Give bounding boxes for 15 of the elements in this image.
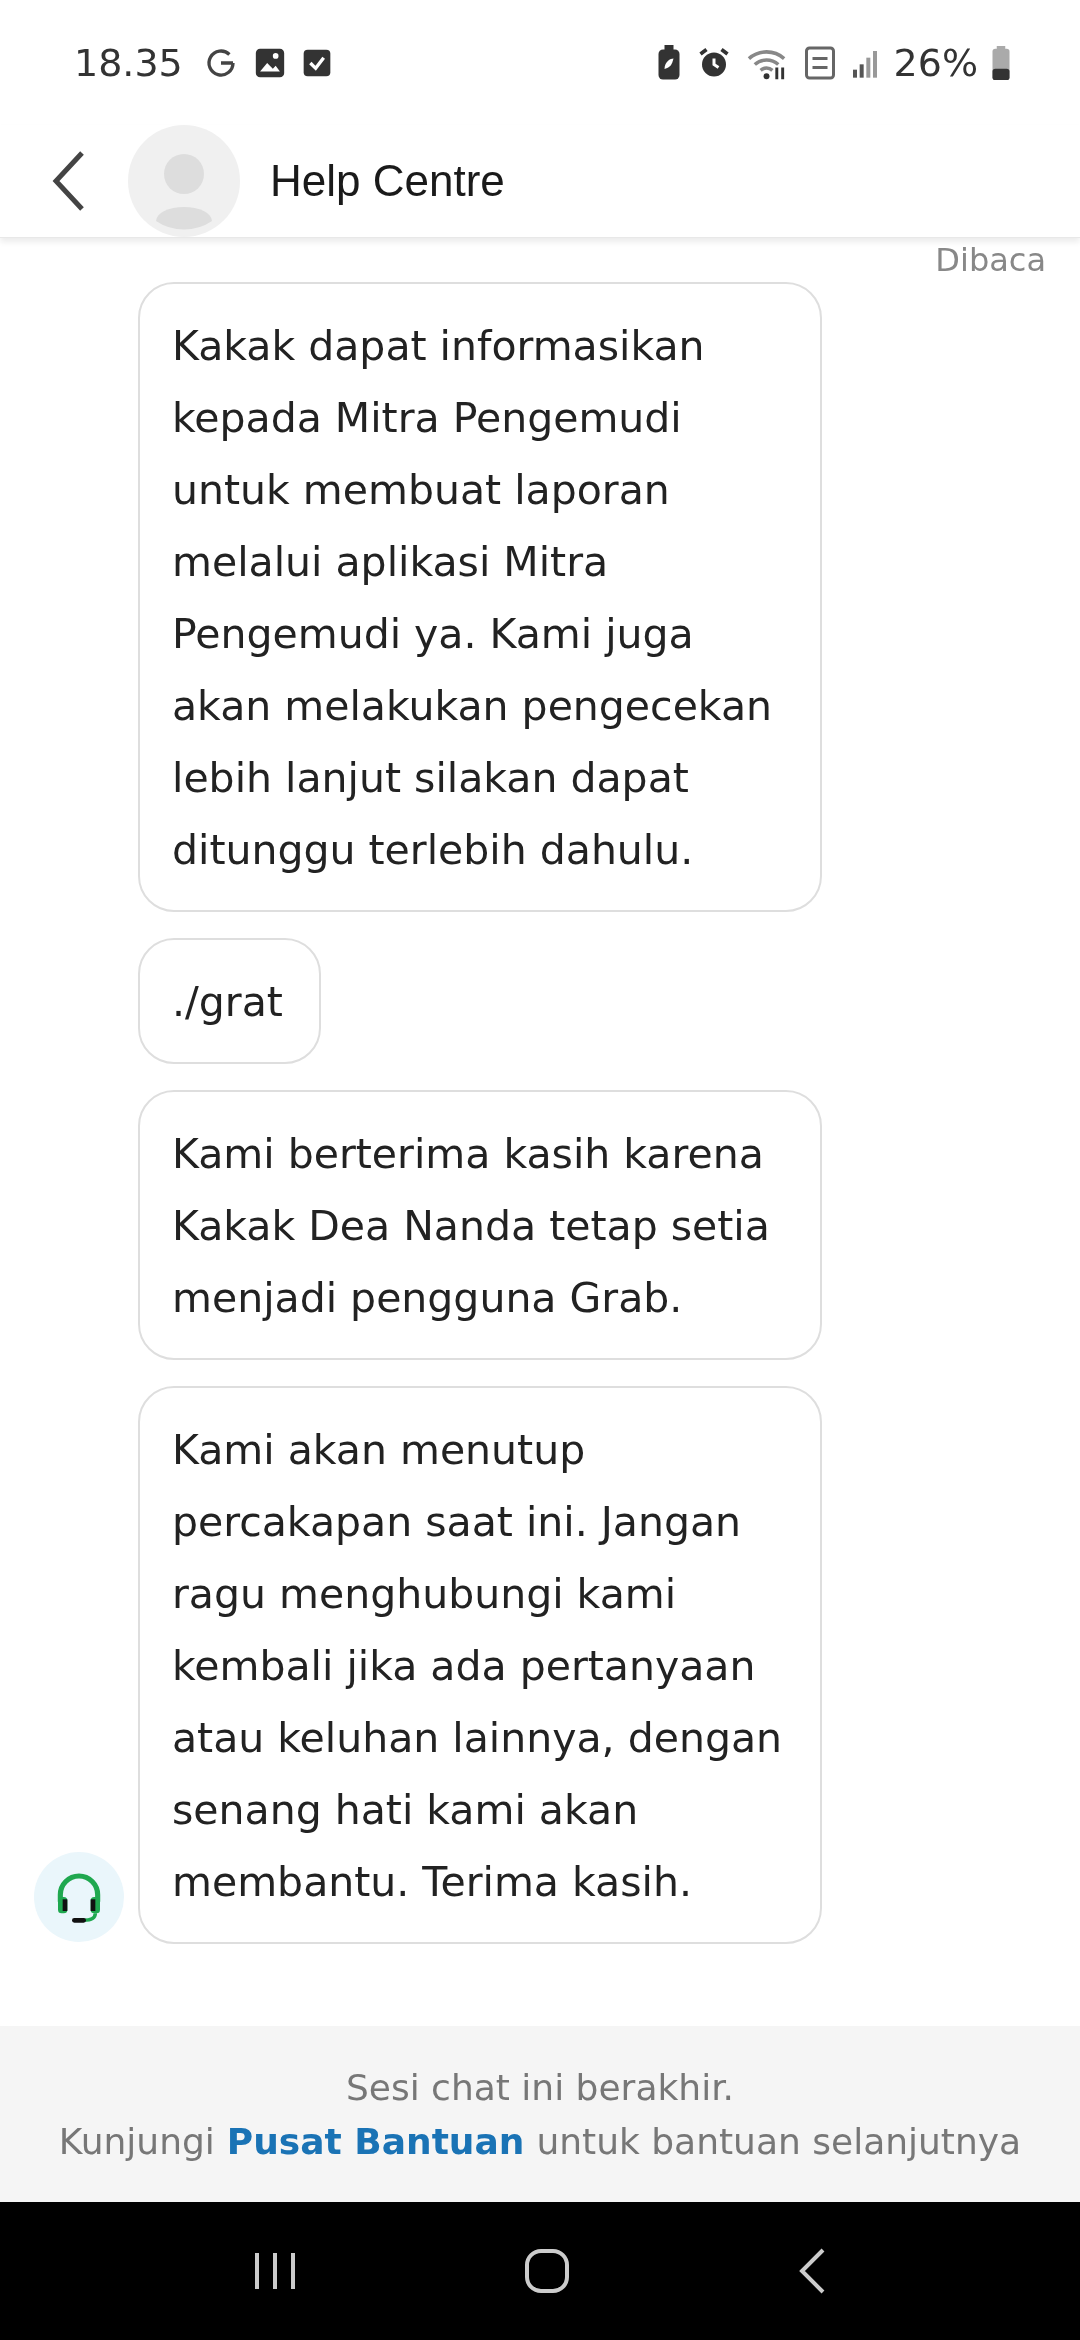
message-bubble: Kami berterima kasih karena Kakak Dea Nanda tetap setia menjadi pengguna Grab. [138, 1090, 822, 1360]
home-button[interactable] [524, 2248, 570, 2294]
read-receipt: Dibaca [935, 240, 1046, 281]
help-center-link[interactable]: Pusat Bantuan [226, 2116, 525, 2168]
recent-apps-button[interactable] [253, 2251, 298, 2291]
footer-text: Kunjungi [58, 2120, 215, 2164]
battery-percentage: 26% [893, 40, 978, 85]
message-bubble: ./grat [138, 938, 321, 1064]
message-bubble: Kami akan menutup percakapan saat ini. Jangan ragu menghubungi kami kembali jika ada pertanyaan atau keluhan lainnya, dengan senang hati kami akan membantu. Terima kasih. [138, 1386, 822, 1944]
chat-title: Help Centre [270, 156, 505, 206]
session-ended-notice: Sesi chat ini berakhir. [345, 2066, 735, 2110]
message-bubble: Kakak dapat informasikan kepada Mitra Pengemudi untuk membuat laporan melalui aplikasi Mitra Pengemudi ya. Kami juga akan melakukan pengecekan lebih lanjut silakan dapat ditunggu terlebih dahulu. [138, 282, 822, 912]
footer-text: untuk bantuan selanjutnya [536, 2120, 1022, 2164]
battery-icon [992, 45, 1010, 80]
status-time: 18.35 [74, 40, 183, 85]
